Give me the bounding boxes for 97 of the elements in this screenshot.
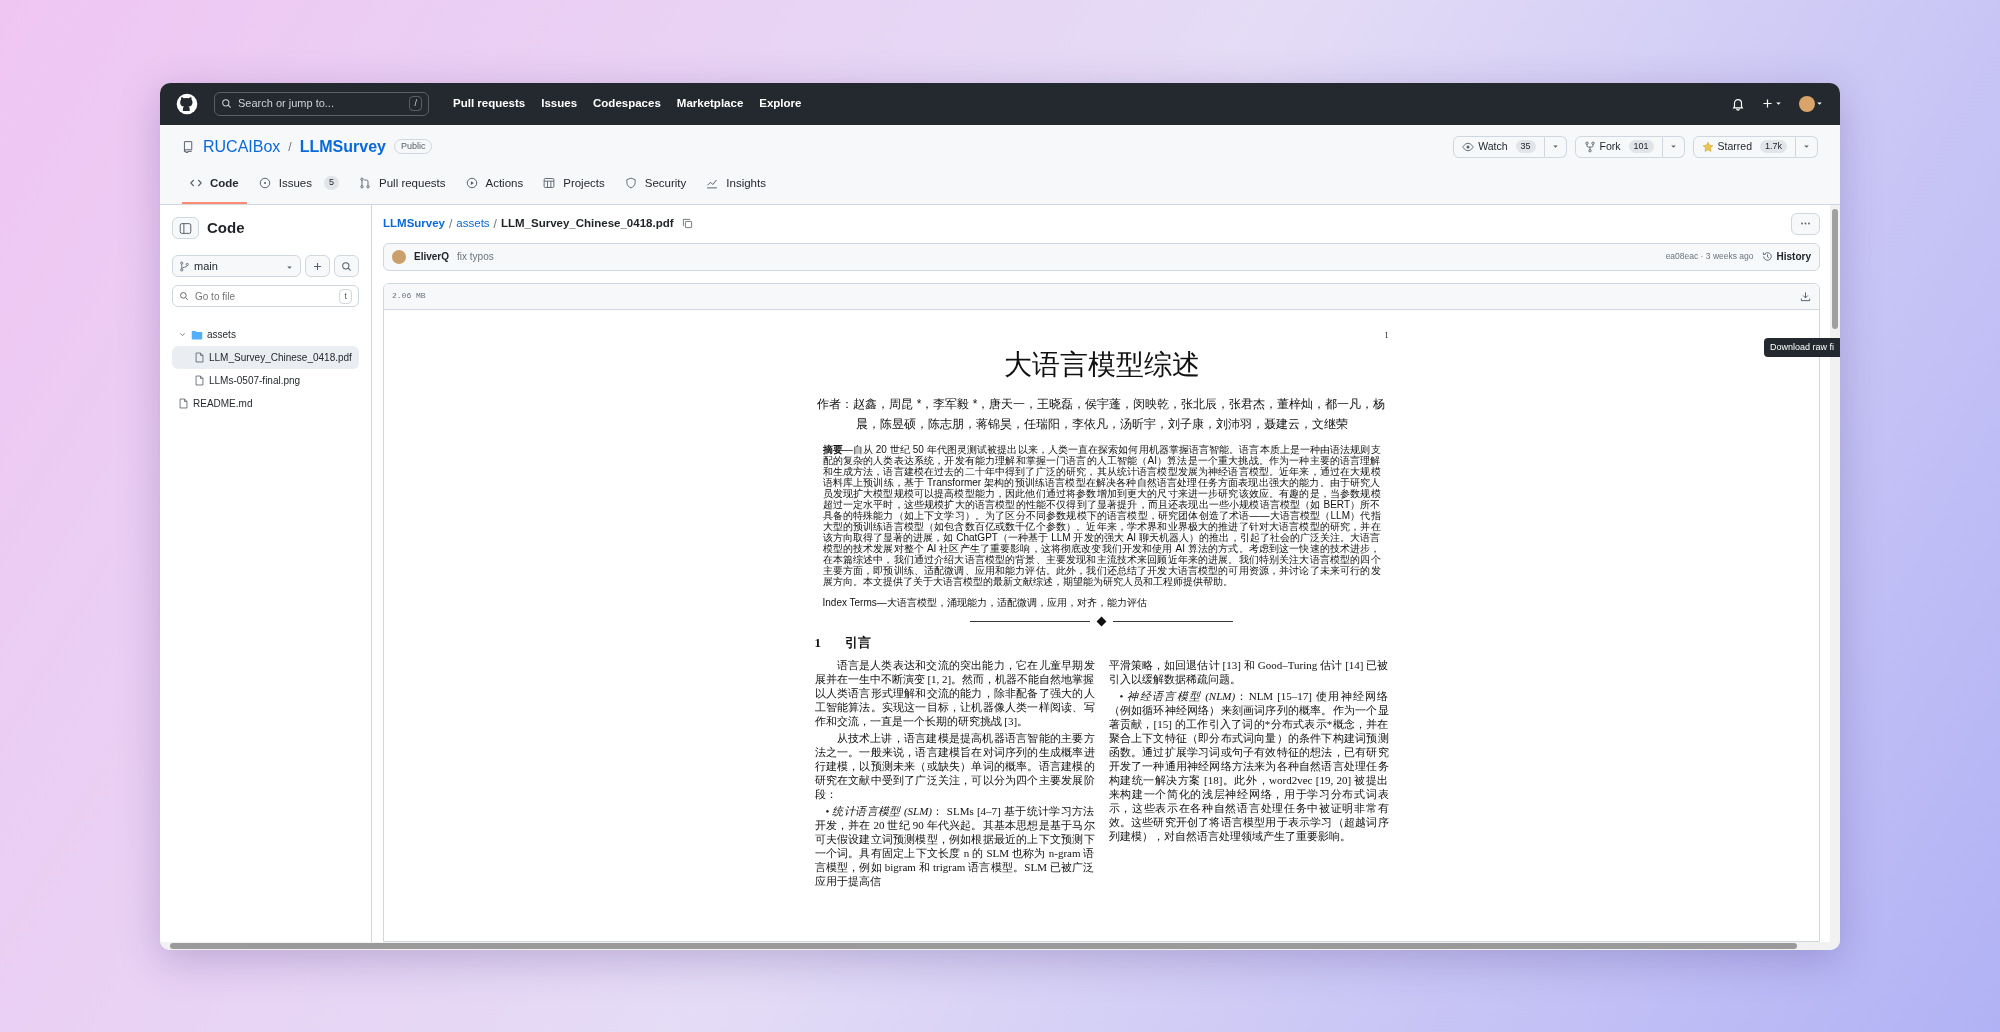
download-button[interactable] (1800, 290, 1811, 302)
caret-icon (1668, 142, 1678, 151)
body-paragraph: 平滑策略，如回退估计 [13] 和 Good–Turing 估计 [14] 已被引入以缓解数据稀疏问题。 (1108, 658, 1389, 687)
repo-tab[interactable]: Code (182, 166, 247, 204)
document-title: 大语言模型综述 (1002, 347, 1201, 382)
star-button[interactable]: Starred 1.7k (1692, 135, 1796, 158)
count-label: 1.7k (1760, 139, 1787, 154)
search-input[interactable]: Search or jump to... (236, 94, 386, 113)
bullet-paragraph: • 统计语言模型 (SLM)： SLMs [4–7] 基于统计学习方法开发，并在 20 世纪 90 年代兴起。其基本思想是基于马尔可夫假设建立词预测模型，例如根据最近的上下文预测下一个词。具有固定上下文长度 n 的 SLM 也称为 n-gram 语言模型，例如 bigram 和 trigram 语言模型。SLM 已被广泛应用于提高信 (814, 804, 1095, 889)
commit-meta: ea08eac · 3 weeks ago (1665, 250, 1754, 264)
history-link[interactable]: History (1761, 249, 1811, 265)
download-icon (1800, 290, 1811, 302)
watch-button[interactable]: Watch 35 (1453, 135, 1545, 158)
eye-icon (1462, 140, 1475, 153)
author-avatar (392, 249, 406, 264)
file-icon (178, 398, 189, 410)
file-filter-field[interactable]: Go to file t (172, 285, 359, 308)
vertical-scrollbar[interactable] (1830, 204, 1840, 942)
repo-tab[interactable]: Actions (457, 166, 532, 204)
caret-icon (1550, 142, 1560, 151)
folder-icon (191, 328, 203, 341)
circle-dot-icon (258, 177, 271, 190)
repo-tab[interactable]: Security (616, 166, 695, 204)
repo-tab[interactable]: Pull requests (351, 166, 454, 204)
section-number: 1 (814, 633, 821, 652)
shortcut-key: t (339, 288, 352, 304)
play-icon (465, 177, 478, 190)
branch-icon (179, 260, 190, 272)
author-list: 作者：赵鑫，周昆 *，李军毅 *，唐天一，王晓磊，侯宇蓬，闵映乾，张北辰，张君杰，董梓灿，都一凡，杨晨，陈昱硕，陈志朋，蒋锦昊，任瑞阳，李依凡，汤昕宇，刘子康，刘沛羽，聂建云，文继荣 (814, 393, 1389, 434)
breadcrumb-link[interactable]: LLMSurvey (383, 215, 445, 233)
nav-link[interactable]: Explore (759, 94, 802, 113)
breadcrumb-link[interactable]: assets (456, 215, 490, 233)
panel-icon (179, 221, 192, 235)
search-icon (341, 260, 352, 272)
search-icon (221, 98, 232, 109)
file-name: LLM_Survey_Chinese_0418.pdf (500, 216, 674, 232)
shortcut-key: / (409, 95, 422, 112)
plus-icon (312, 260, 323, 272)
nav-link[interactable]: Marketplace (676, 94, 744, 113)
caret-icon (1815, 99, 1824, 108)
bullet-paragraph: • 神经语言模型 (NLM)：NLM [15–17] 使用神经网络（例如循环神经网络）来刻画词序列的概率。作为一个显著贡献，[15] 的工作引入了词的*分布式表示*概念，并在聚合上下文特征（即分布式词向量）的条件下构建词预测函数。通过扩展学习词或句子有效特征的想法，已有研究开发了一种通用神经网络方法来为各种自然语言处理任务构建统一解决方案 [18]。此外，word2vec [19, 20] 被提出来构建一个简化的浅层神经网络，用于学习分布式词表示，这些表示在各种自然语言处理任务中被证明非常有效。这些研究开创了将语言模型用于表示学习（超越词序列建模），对自然语言处理领域产生了重要影响。 (1108, 689, 1389, 844)
caret-icon (1802, 142, 1811, 151)
file-size: 2.06 MB (392, 290, 426, 303)
star-icon (1701, 140, 1714, 153)
avatar (1799, 95, 1815, 112)
commit-message[interactable]: fix typos (457, 249, 494, 265)
file-item[interactable]: LLM_Survey_Chinese_0418.pdf (172, 346, 359, 370)
path-separator: / (288, 138, 292, 156)
folder-item[interactable]: assets (172, 323, 359, 347)
table-icon (543, 177, 556, 190)
abstract-text: 摘要—自从 20 世纪 50 年代图灵测试被提出以来，人类一直在探索如何用机器掌握语言智能。语言本质上是一种由语法规则支配的复杂的人类表达系统，开发有能力理解和掌握一门语言的人工智能（AI）算法是一个重大挑战。作为一种主要的语言理解和生成方法，语言建模在过去的二十年中得到了广泛的研究，其从统计语言模型发展为神经语言模型。近年来，通过在大规模语料库上预训练，基于 Transformer 架构的预训练语言模型在解决各种自然语言处理任务方面表现出强大的能力。由于研究人员发现扩大模型规模可以提高模型能力，因此他们通过将参数增加到更大的尺寸来进一步研究该效应。有趣的是，当参数规模超过一定水平时，这些规模扩大的语言模型的性能不仅得到了显著提升，而且还表现出一些小规模语言模型（如 BERT）所不具备的特殊能力（如上下文学习）。为了区分不同参数规模下的语言模型，研究团体创造了术语——大语言模型（LLM）代指大型的预训练语言模型（如包含数百亿或数千亿个参数）。近年来，学术界和业界极大的推进了针对大语言模型的研究，并在该方向取得了显著的进展，如 ChatGPT（一种基于 LLM 开发的强大 AI 聊天机器人）的推出，引起了社会的广泛关注。大语言模型的技术发展对整个 AI 社区产生了重要影响，这将彻底改变我们开发和使用 AI 算法的方式。考虑到这一快速的技术进步，在本篇综述中，我们通过介绍大语言模型的背景、主要发现和主流技术来回顾近年来的进展。我们特别关注大语言模型的四个主要方面，即预训练、适配微调、应用和能力评估。此外，我们还总结了开发大语言模型的可用资源，并讨论了未来可行的发展方向。本文提供了关于大语言模型的最新文献综述，期望能为研究人员和工程师提供帮助。 (822, 443, 1381, 587)
repo-tab[interactable]: Issues 5 (250, 166, 347, 204)
repo-tab[interactable]: Projects (535, 166, 613, 204)
caret-icon (1774, 99, 1783, 108)
history-icon (1761, 251, 1773, 263)
horizontal-scrollbar[interactable] (160, 941, 1840, 950)
shield-icon (624, 177, 637, 190)
diamond-ornament (1096, 616, 1107, 627)
add-file-button[interactable] (305, 255, 330, 278)
count-label: 101 (1628, 139, 1654, 154)
file-item[interactable]: README.md (172, 392, 359, 416)
file-icon (194, 375, 205, 387)
index-terms: Index Terms—大语言模型，涌现能力，适配微调，应用，对齐，能力评估 (822, 595, 1148, 610)
body-paragraph: 语言是人类表达和交流的突出能力，它在儿童早期发展并在一生中不断演变 [1, 2]。然而，机器不能自然地掌握以人类语言形式理解和交流的能力，除非配备了强大的人工智能算法。实现这一目标，让机器像人类一样阅读、写作和交流，一直是一个长期的研究挑战 [3]。 (814, 658, 1095, 729)
pull-request-icon (359, 177, 371, 190)
nav-link[interactable]: Issues (541, 94, 578, 113)
sidebar-toggle-button[interactable] (172, 217, 199, 239)
repo-link[interactable]: LLMSurvey (299, 134, 386, 159)
owner-link[interactable]: RUCAIBox (203, 134, 281, 159)
repo-tab[interactable]: Insights (698, 166, 774, 204)
copy-icon (681, 218, 693, 230)
nav-link[interactable]: Pull requests (453, 94, 526, 113)
section-heading: 引言 (845, 633, 871, 652)
path-separator: / (449, 215, 453, 233)
profile-menu[interactable] (1799, 95, 1824, 112)
search-icon (179, 291, 189, 302)
path-separator: / (493, 215, 497, 233)
logo-icon[interactable] (176, 92, 198, 115)
count-label: 35 (1515, 139, 1536, 154)
search-button[interactable] (334, 255, 359, 278)
file-item[interactable]: LLMs-0507-final.png (172, 369, 359, 393)
graph-icon (706, 177, 719, 190)
body-paragraph: 从技术上讲，语言建模是提高机器语言智能的主要方法之一。一般来说，语言建模旨在对词序列的生成概率进行建模，以预测未来（或缺失）单词的概率。语言建模的研究在文献中受到了广泛关注，可以分为四个主要发展阶段： (814, 731, 1095, 802)
author-link[interactable]: EliverQ (414, 249, 450, 265)
sidebar-title: Code (207, 217, 245, 238)
fork-icon (1583, 140, 1596, 153)
search-field[interactable]: Search or jump to... / (214, 91, 429, 116)
file-icon (194, 352, 205, 364)
nav-link[interactable]: Codespaces (593, 94, 661, 113)
bell-icon[interactable] (1731, 96, 1745, 111)
fork-button[interactable]: Fork 101 (1574, 135, 1663, 158)
repo-icon (182, 140, 195, 153)
create-menu[interactable] (1761, 97, 1783, 110)
plus-icon (1761, 97, 1774, 110)
count-label: 5 (324, 176, 339, 190)
page-number: 1 (1383, 329, 1389, 342)
branch-button[interactable]: main (172, 255, 301, 278)
